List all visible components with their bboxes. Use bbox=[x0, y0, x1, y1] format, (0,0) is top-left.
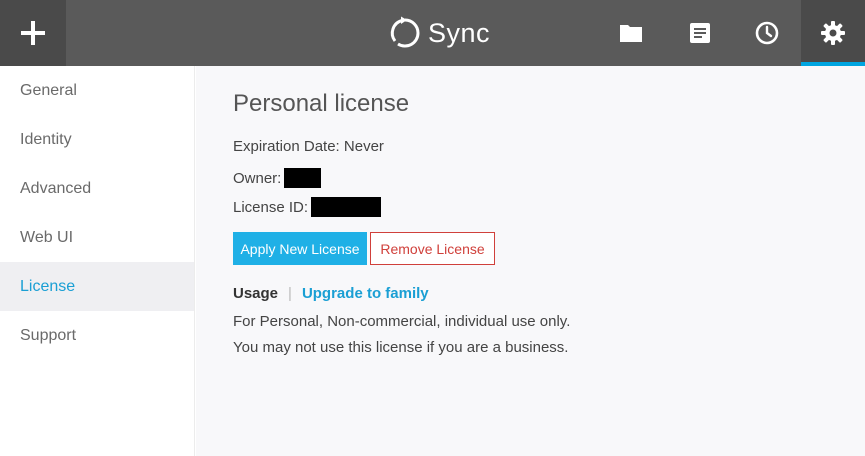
expiration-date: Expiration Date: Never bbox=[233, 138, 384, 155]
usage-description-2: You may not use this license if you are … bbox=[233, 339, 569, 356]
owner-value-redacted bbox=[284, 168, 322, 188]
folder-icon bbox=[620, 25, 642, 42]
sidebar-item-identity[interactable]: Identity bbox=[0, 115, 194, 164]
notes-icon bbox=[690, 23, 710, 43]
sidebar-item-support[interactable]: Support bbox=[0, 311, 194, 360]
owner-row: Owner: bbox=[233, 168, 322, 188]
license-id-label: License ID: bbox=[233, 198, 309, 216]
app-title: Sync bbox=[428, 17, 491, 48]
usage-separator: | bbox=[288, 285, 292, 302]
page-title: Personal license bbox=[233, 90, 410, 117]
owner-label: Owner: bbox=[233, 169, 282, 187]
gear-icon bbox=[821, 21, 845, 45]
upgrade-to-family-link[interactable]: Upgrade to family bbox=[302, 285, 429, 302]
nav-settings-button[interactable] bbox=[801, 0, 865, 66]
nav-history-button[interactable] bbox=[734, 0, 800, 66]
top-bar: Sync bbox=[0, 0, 865, 66]
usage-label: Usage bbox=[233, 285, 279, 302]
sidebar-item-general[interactable]: General bbox=[0, 66, 194, 115]
apply-new-license-button[interactable]: Apply New License bbox=[233, 232, 367, 265]
usage-description-1: For Personal, Non-commercial, individual… bbox=[233, 313, 571, 330]
sidebar-item-web-ui[interactable]: Web UI bbox=[0, 213, 194, 262]
remove-license-button[interactable]: Remove License bbox=[370, 232, 495, 265]
sidebar-item-license[interactable]: License bbox=[0, 262, 194, 311]
sidebar-item-advanced[interactable]: Advanced bbox=[0, 164, 194, 213]
app-brand: Sync bbox=[388, 14, 490, 52]
license-id-value-redacted bbox=[311, 197, 382, 217]
license-panel: Personal license Expiration Date: Never … bbox=[196, 66, 865, 456]
usage-row: Usage | Upgrade to family bbox=[233, 285, 429, 302]
add-button[interactable] bbox=[0, 0, 66, 66]
settings-sidebar: General Identity Advanced Web UI License… bbox=[0, 66, 195, 456]
nav-notes-button[interactable] bbox=[667, 0, 733, 66]
nav-files-button[interactable] bbox=[598, 0, 664, 66]
license-id-row: License ID: bbox=[233, 197, 382, 217]
plus-icon bbox=[21, 21, 45, 45]
sync-logo-icon bbox=[390, 16, 420, 48]
clock-icon bbox=[755, 21, 779, 45]
